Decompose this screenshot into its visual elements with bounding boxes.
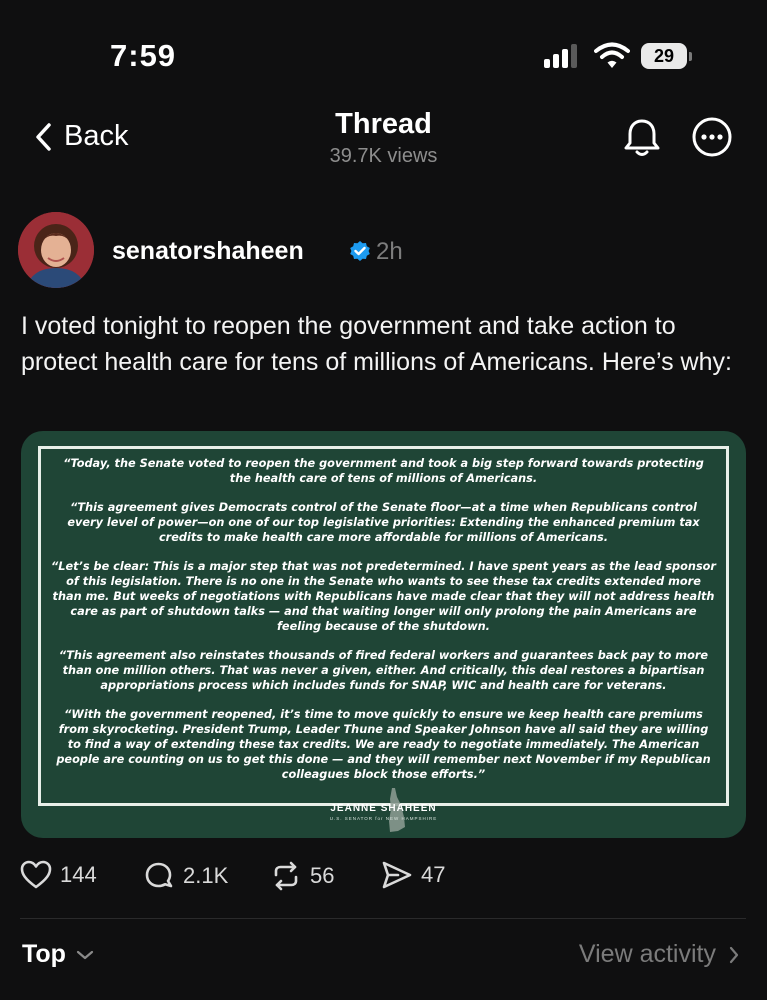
wifi-icon xyxy=(594,42,630,68)
view-activity-link[interactable]: View activity xyxy=(579,940,740,969)
send-icon xyxy=(382,861,412,889)
avatar-portrait xyxy=(18,212,94,288)
battery-nub xyxy=(689,52,692,61)
bell-icon[interactable] xyxy=(622,117,662,159)
statement-paragraph: “This agreement gives Democrats control … xyxy=(67,501,700,544)
reply-bubble-icon xyxy=(145,862,173,888)
signature-name: JEANNE SHAHEEN xyxy=(330,803,437,814)
signal-bar xyxy=(562,49,568,68)
post-body: I voted tonight to reopen the government… xyxy=(21,312,732,376)
heart-icon xyxy=(20,860,52,889)
cellular-signal-icon xyxy=(544,44,584,68)
status-bar: 7:59 29 xyxy=(0,0,767,100)
chevron-right-icon xyxy=(729,946,739,963)
statement-paragraph: “Let’s be clear: This is a major step th… xyxy=(51,560,717,633)
more-icon[interactable] xyxy=(691,116,733,158)
replies-toolbar: Top View activity xyxy=(20,940,740,980)
post-time: 2h xyxy=(376,238,403,265)
status-time: 7:59 xyxy=(110,38,177,73)
repost-button[interactable]: 56 xyxy=(270,860,334,892)
signal-bar xyxy=(544,59,550,68)
reply-button[interactable]: 2.1K xyxy=(143,860,228,892)
divider xyxy=(20,918,746,919)
statement-image[interactable]: “Today, the Senate voted to reopen the g… xyxy=(21,431,746,838)
like-count: 144 xyxy=(60,862,97,887)
chevron-down-icon xyxy=(76,950,94,959)
reply-count: 2.1K xyxy=(183,863,229,888)
post-header: senatorshaheen 2h xyxy=(18,212,738,290)
sort-dropdown[interactable]: Top xyxy=(22,940,94,969)
signal-bar xyxy=(553,54,559,68)
statement-paragraph: “With the government reopened, it’s time… xyxy=(56,708,711,781)
statement-paragraph: “Today, the Senate voted to reopen the g… xyxy=(63,457,704,485)
repost-icon xyxy=(274,861,298,891)
signature-block: JEANNE SHAHEEN U.S. SENATOR for NEW HAMP… xyxy=(21,803,746,821)
verified-badge-icon xyxy=(350,241,370,261)
nav-bar: Back Thread 39.7K views xyxy=(0,100,767,180)
signature-title: U.S. SENATOR for NEW HAMPSHIRE xyxy=(329,816,438,821)
battery-level: 29 xyxy=(641,43,687,69)
battery-icon: 29 xyxy=(641,43,692,69)
share-count: 47 xyxy=(421,862,446,887)
statement-text: “Today, the Senate voted to reopen the g… xyxy=(51,456,716,796)
sort-label: Top xyxy=(22,940,66,968)
like-button[interactable]: 144 xyxy=(20,860,97,890)
statement-paragraph: “This agreement also reinstates thousand… xyxy=(58,649,709,692)
avatar[interactable] xyxy=(18,212,94,288)
signal-bar xyxy=(571,44,577,68)
view-activity-label: View activity xyxy=(578,940,716,968)
username[interactable]: senatorshaheen xyxy=(112,237,304,266)
share-button[interactable]: 47 xyxy=(381,860,445,890)
post-actions: 144 2.1K 56 47 xyxy=(20,860,740,900)
repost-count: 56 xyxy=(310,863,335,888)
